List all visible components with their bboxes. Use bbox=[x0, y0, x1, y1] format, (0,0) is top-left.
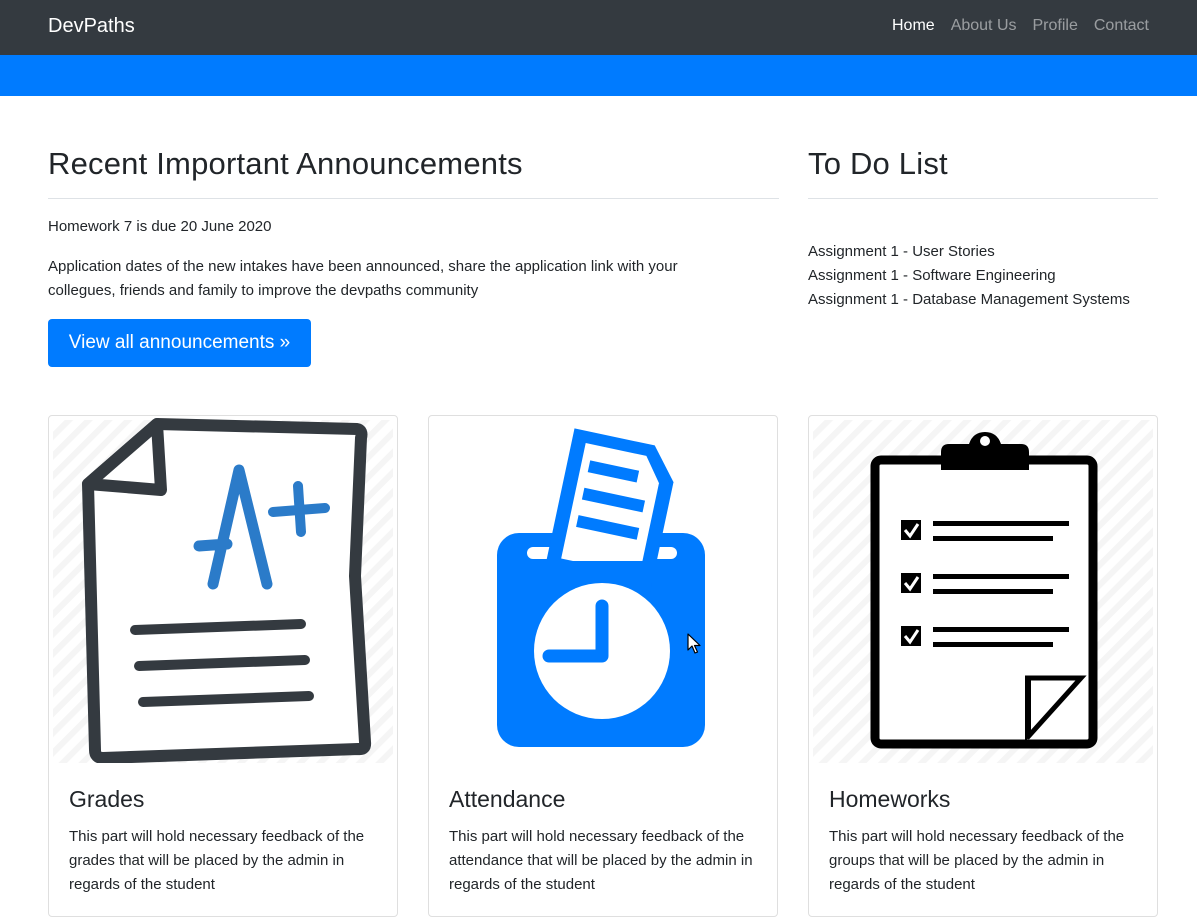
todo-item[interactable]: Assignment 1 - Software Engineering bbox=[808, 264, 1130, 288]
mouse-cursor-icon bbox=[687, 633, 701, 654]
nav-about-us[interactable]: About Us bbox=[951, 17, 1017, 35]
todo-title: To Do List bbox=[808, 146, 948, 181]
card-text: This part will hold necessary feedback o… bbox=[69, 828, 365, 893]
card-title: Homeworks bbox=[829, 786, 951, 812]
todo-divider bbox=[808, 198, 1158, 199]
view-all-announcements-button[interactable]: View all announcements » bbox=[48, 319, 311, 367]
nav-links: Home About Us Profile Contact bbox=[892, 17, 1149, 35]
todo-item[interactable]: Assignment 1 - Database Management Syste… bbox=[808, 288, 1130, 312]
todo-list: Assignment 1 - User Stories Assignment 1… bbox=[808, 240, 1130, 312]
announcement-item-2: Application dates of the new intakes hav… bbox=[48, 258, 678, 299]
todo-item[interactable]: Assignment 1 - User Stories bbox=[808, 240, 1130, 264]
clipboard-checklist-icon bbox=[813, 420, 1153, 763]
announcements-divider bbox=[48, 198, 779, 199]
grades-card[interactable]: Grades This part will hold necessary fee… bbox=[48, 415, 398, 917]
attendance-card[interactable]: Attendance This part will hold necessary… bbox=[428, 415, 778, 917]
attendance-clock-icon bbox=[497, 428, 705, 747]
nav-home[interactable]: Home bbox=[892, 17, 935, 35]
brand-logo[interactable]: DevPaths bbox=[48, 15, 135, 38]
top-navbar: DevPaths Home About Us Profile Contact bbox=[0, 0, 1197, 55]
card-title: Attendance bbox=[449, 786, 566, 812]
nav-profile[interactable]: Profile bbox=[1033, 17, 1078, 35]
nav-contact[interactable]: Contact bbox=[1094, 17, 1149, 35]
announcement-item-1: Homework 7 is due 20 June 2020 bbox=[48, 218, 272, 235]
announcements-title: Recent Important Announcements bbox=[48, 146, 523, 181]
card-title: Grades bbox=[69, 786, 145, 812]
graded-paper-icon bbox=[53, 418, 393, 763]
card-text: This part will hold necessary feedback o… bbox=[449, 828, 753, 893]
blue-banner bbox=[0, 55, 1197, 96]
homeworks-card[interactable]: Homeworks This part will hold necessary … bbox=[808, 415, 1158, 917]
card-text: This part will hold necessary feedback o… bbox=[829, 828, 1125, 893]
